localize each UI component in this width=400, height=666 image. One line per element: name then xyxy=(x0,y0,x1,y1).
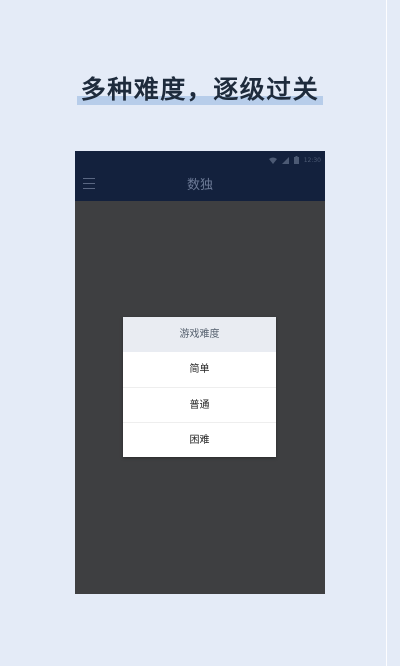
signal-icon xyxy=(281,156,289,164)
promo-headline: 多种难度，逐级过关 xyxy=(76,70,324,106)
difficulty-option-normal[interactable]: 普通 xyxy=(123,387,276,422)
status-bar: 12:30 xyxy=(268,155,321,165)
battery-icon xyxy=(293,156,299,164)
wifi-icon xyxy=(268,157,277,164)
headline-container: 多种难度，逐级过关 xyxy=(0,70,400,106)
difficulty-dialog: 游戏难度 简单 普通 困难 xyxy=(123,317,276,457)
difficulty-option-easy[interactable]: 简单 xyxy=(123,352,276,387)
phone-screen: 12:30 数独 游戏难度 简单 普通 困难 xyxy=(75,151,325,594)
dialog-title: 游戏难度 xyxy=(123,317,276,352)
status-time: 12:30 xyxy=(303,156,321,164)
app-bar: 12:30 数独 xyxy=(75,151,325,201)
difficulty-option-hard[interactable]: 困难 xyxy=(123,422,276,457)
app-title: 数独 xyxy=(186,178,213,193)
headline-text: 多种难度，逐级过关 xyxy=(80,75,320,104)
